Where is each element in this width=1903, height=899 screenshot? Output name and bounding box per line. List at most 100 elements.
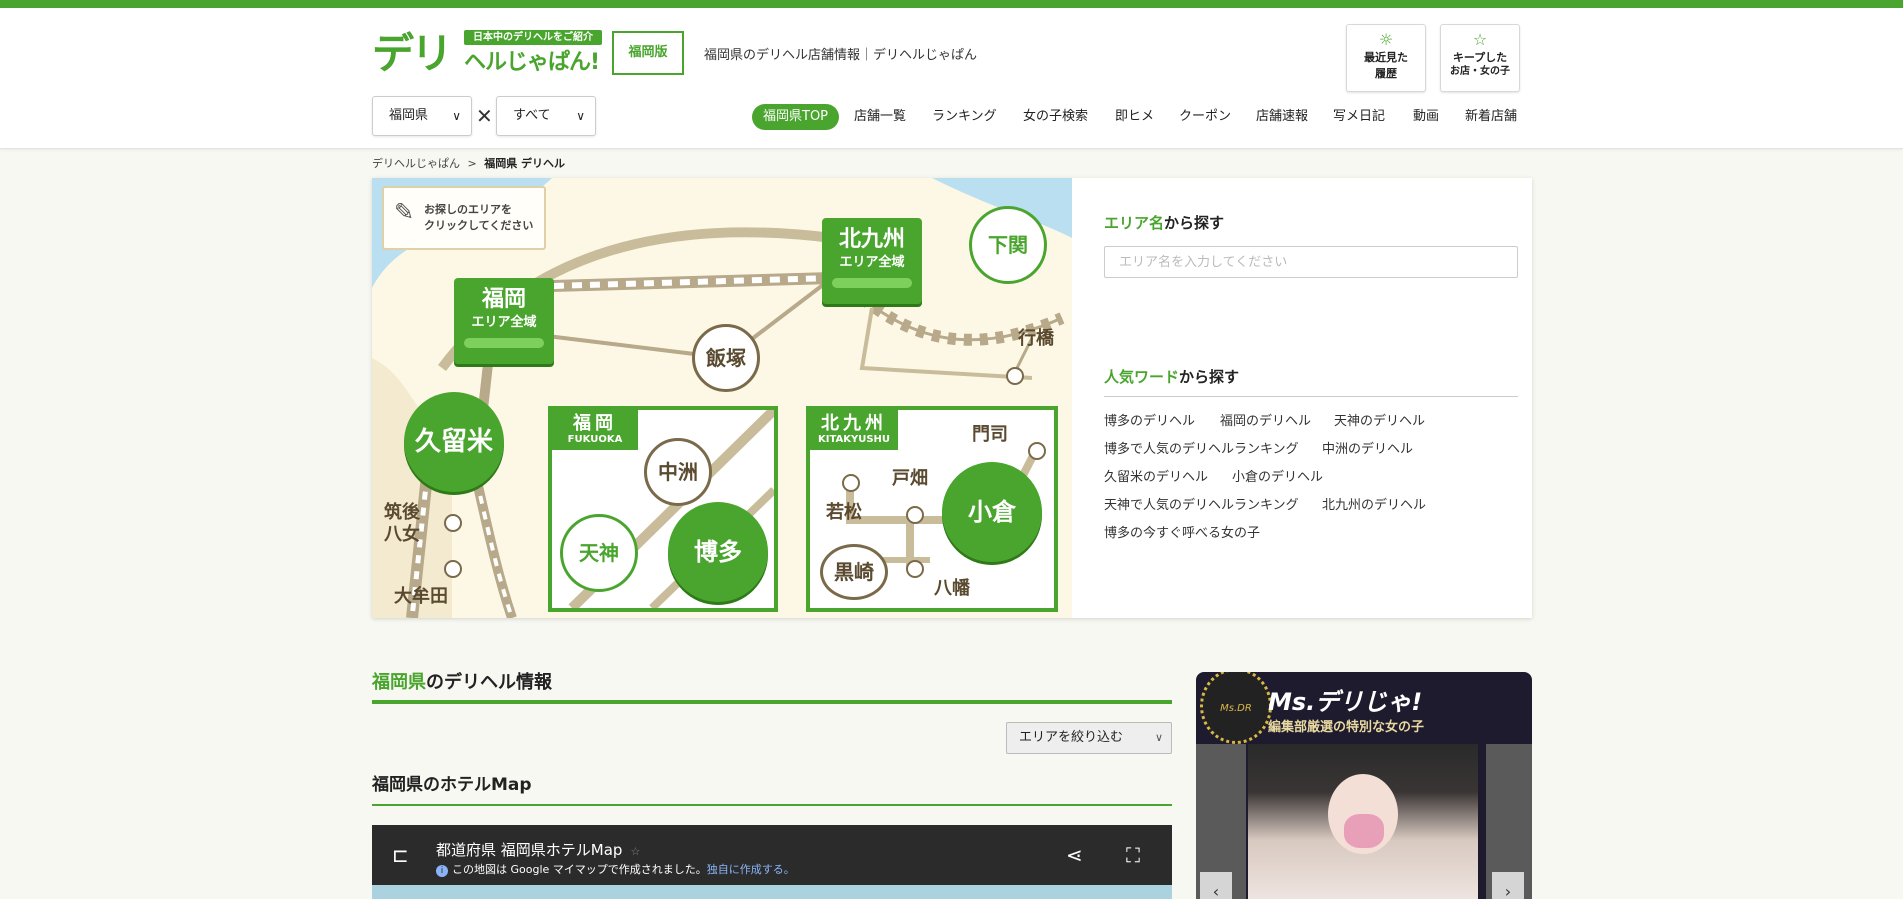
nav-video[interactable]: 動画 bbox=[1413, 104, 1439, 130]
google-mymap-embed[interactable]: ⊏ 都道府県 福岡県ホテルMap ☆ i この地図は Google マイマップで作成… bbox=[372, 825, 1172, 899]
map-create-link[interactable]: 独自に作成する。 bbox=[707, 863, 795, 876]
popular-word[interactable]: 天神のデリヘル bbox=[1334, 410, 1425, 429]
nav-shop-list[interactable]: 店舗一覧 bbox=[854, 104, 906, 130]
info-icon: i bbox=[436, 865, 448, 877]
nav-new-shops[interactable]: 新着店舗 bbox=[1465, 104, 1517, 130]
area-tobata[interactable]: 戸畑 bbox=[892, 468, 928, 490]
popular-word[interactable]: 北九州のデリヘル bbox=[1322, 494, 1426, 513]
nav-sokuhime[interactable]: 即ヒメ bbox=[1115, 104, 1154, 130]
map-embed-title: 都道府県 福岡県ホテルMap ☆ bbox=[436, 839, 640, 860]
area-chikugo-dot[interactable] bbox=[444, 514, 462, 532]
area-tenjin[interactable]: 天神 bbox=[560, 514, 638, 592]
area-hero: ✎ お探しのエリアを クリックしてください 福岡 エリア全域 北九州 エリア全域… bbox=[372, 178, 1532, 618]
area-chikugo-l1[interactable]: 筑後 bbox=[384, 502, 420, 524]
kitakyushu-city-box: 北九州 KITAKYUSHU 門司 戸畑 若松 小倉 黒崎 八幡 bbox=[806, 406, 1058, 612]
area-iizuka[interactable]: 飯塚 bbox=[692, 324, 760, 392]
breadcrumb-home[interactable]: デリヘルじゃぱん bbox=[372, 157, 460, 170]
map-embed-note: i この地図は Google マイマップで作成されました。独自に作成する。 bbox=[436, 861, 795, 877]
logo-tagline: 日本中のデリヘルをご紹介 bbox=[464, 30, 602, 45]
popular-word[interactable]: 福岡のデリヘル bbox=[1220, 410, 1311, 429]
legend-toggle-icon[interactable]: ⊏ bbox=[392, 843, 409, 867]
ms-derija-title: Ms.デリじゃ! bbox=[1268, 688, 1423, 716]
area-chikugo-l2[interactable]: 八女 bbox=[384, 524, 420, 546]
popular-word[interactable]: 博多の今すぐ呼べる女の子 bbox=[1104, 522, 1260, 541]
chevron-down-icon: ∨ bbox=[452, 109, 461, 123]
history-button[interactable]: ☼ 最近見た 履歴 bbox=[1346, 24, 1426, 92]
area-kurume[interactable]: 久留米 bbox=[404, 392, 504, 492]
chevron-down-icon: ∨ bbox=[576, 109, 585, 123]
hotel-map-divider bbox=[372, 804, 1172, 806]
area-kitakyushu-all-name: 北九州 bbox=[838, 227, 905, 252]
area-nakasu[interactable]: 中洲 bbox=[644, 438, 712, 506]
area-search-input[interactable] bbox=[1104, 246, 1518, 278]
popular-word[interactable]: 久留米のデリヘル bbox=[1104, 466, 1208, 485]
area-yahata-dot[interactable] bbox=[906, 560, 924, 578]
carousel-prev-arrow-icon[interactable]: ‹ bbox=[1200, 872, 1232, 899]
times-icon: ✕ bbox=[476, 104, 493, 128]
popular-word[interactable]: 小倉のデリヘル bbox=[1232, 466, 1323, 485]
edition-badge[interactable]: 福岡版 bbox=[612, 31, 684, 75]
area-filter-select[interactable]: エリアを絞り込む ∨ bbox=[1006, 722, 1172, 754]
area-wakamatsu[interactable]: 若松 bbox=[826, 502, 862, 524]
area-hakata[interactable]: 博多 bbox=[668, 502, 768, 602]
area-yukuhashi-dot[interactable] bbox=[1006, 367, 1024, 385]
nav-girl-search[interactable]: 女の子検索 bbox=[1023, 104, 1088, 130]
map-embed-note-text: この地図は Google マイマップで作成されました。 bbox=[452, 863, 707, 876]
keep-label-2: お店・女の子 bbox=[1450, 66, 1510, 77]
popular-word[interactable]: 中洲のデリヘル bbox=[1322, 438, 1413, 457]
area-filter-label: エリアを絞り込む bbox=[1019, 730, 1124, 745]
area-kitakyushu-all[interactable]: 北九州 エリア全域 bbox=[822, 218, 922, 304]
site-logo[interactable]: デリ 日本中のデリヘルをご紹介 ヘルじゃぱん! bbox=[372, 26, 604, 80]
prefecture-select[interactable]: 福岡県 ∨ bbox=[372, 96, 472, 136]
pref-info-title-green: 福岡県 bbox=[372, 672, 426, 693]
featured-girl-photo[interactable] bbox=[1248, 744, 1478, 899]
area-search-heading-green: エリア名 bbox=[1104, 214, 1165, 232]
area-kurosaki[interactable]: 黒崎 bbox=[820, 544, 888, 600]
star-icon[interactable]: ☆ bbox=[630, 845, 640, 858]
map-tiles[interactable] bbox=[372, 885, 1172, 899]
history-label-2: 履歴 bbox=[1375, 67, 1397, 80]
nav-coupon[interactable]: クーポン bbox=[1179, 104, 1231, 130]
nav-ranking[interactable]: ランキング bbox=[932, 104, 997, 130]
area-select[interactable]: すべて ∨ bbox=[496, 96, 596, 136]
ms-derija-subtitle: 編集部厳選の特別な女の子 bbox=[1268, 720, 1425, 735]
area-map: ✎ お探しのエリアを クリックしてください 福岡 エリア全域 北九州 エリア全域… bbox=[372, 178, 1072, 618]
carousel-next-arrow-icon[interactable]: › bbox=[1492, 872, 1524, 899]
area-search-heading-rest: から探す bbox=[1164, 214, 1225, 232]
fukuoka-box-name: 福岡 bbox=[573, 413, 617, 434]
nav-pref-top[interactable]: 福岡県TOP bbox=[752, 104, 840, 130]
area-yahata[interactable]: 八幡 bbox=[934, 578, 970, 600]
share-icon[interactable]: ⋖ bbox=[1066, 843, 1083, 867]
popular-word[interactable]: 博多で人気のデリヘルランキング bbox=[1104, 438, 1299, 457]
area-yukuhashi[interactable]: 行橋 bbox=[1018, 328, 1054, 350]
area-kokura[interactable]: 小倉 bbox=[942, 462, 1042, 562]
history-label-1: 最近見た bbox=[1364, 51, 1408, 64]
area-omuta-dot[interactable] bbox=[444, 560, 462, 578]
prefecture-select-value: 福岡県 bbox=[389, 108, 429, 123]
area-mojiko-dot[interactable] bbox=[1028, 442, 1046, 460]
fukuoka-box-sub: FUKUOKA bbox=[567, 434, 623, 445]
site-title: 福岡県のデリヘル店舗情報｜デリヘルじゃぱん bbox=[704, 48, 978, 63]
map-note-line2: クリックしてください bbox=[424, 219, 534, 232]
map-note-line1: お探しのエリアを bbox=[424, 203, 512, 216]
fullscreen-icon[interactable]: ⛶ bbox=[1126, 843, 1140, 867]
ms-derija-banner[interactable]: Ms.DR Ms.デリじゃ! 編集部厳選の特別な女の子 ‹ › bbox=[1196, 672, 1532, 899]
area-fukuoka-all-name: 福岡 bbox=[481, 287, 526, 312]
area-omuta[interactable]: 大牟田 bbox=[394, 586, 448, 608]
hotel-map-title: 福岡県のホテルMap bbox=[372, 775, 532, 795]
popular-word[interactable]: 天神で人気のデリヘルランキング bbox=[1104, 494, 1299, 513]
area-mojiko[interactable]: 門司 bbox=[972, 424, 1008, 446]
search-pane: エリア名から探す 人気ワードから探す 博多のデリヘル 福岡のデリヘル 天神のデリ… bbox=[1104, 178, 1518, 618]
nav-shop-news[interactable]: 店舗速報 bbox=[1256, 104, 1308, 130]
area-wakamatsu-dot[interactable] bbox=[842, 474, 860, 492]
area-fukuoka-all[interactable]: 福岡 エリア全域 bbox=[454, 278, 554, 364]
keep-button[interactable]: ☆ キープした お店・女の子 bbox=[1440, 24, 1520, 92]
pref-info-title-rest: のデリヘル情報 bbox=[426, 672, 552, 693]
chevron-down-icon: ∨ bbox=[1154, 731, 1163, 744]
area-shimonoseki[interactable]: 下関 bbox=[969, 206, 1047, 284]
logo-sub-text: ヘルじゃぱん! bbox=[464, 50, 600, 75]
area-fukuoka-all-sub: エリア全域 bbox=[471, 315, 537, 330]
popular-word[interactable]: 博多のデリヘル bbox=[1104, 410, 1195, 429]
nav-photo-diary[interactable]: 写メ日記 bbox=[1333, 104, 1385, 130]
area-tobata-dot[interactable] bbox=[906, 506, 924, 524]
